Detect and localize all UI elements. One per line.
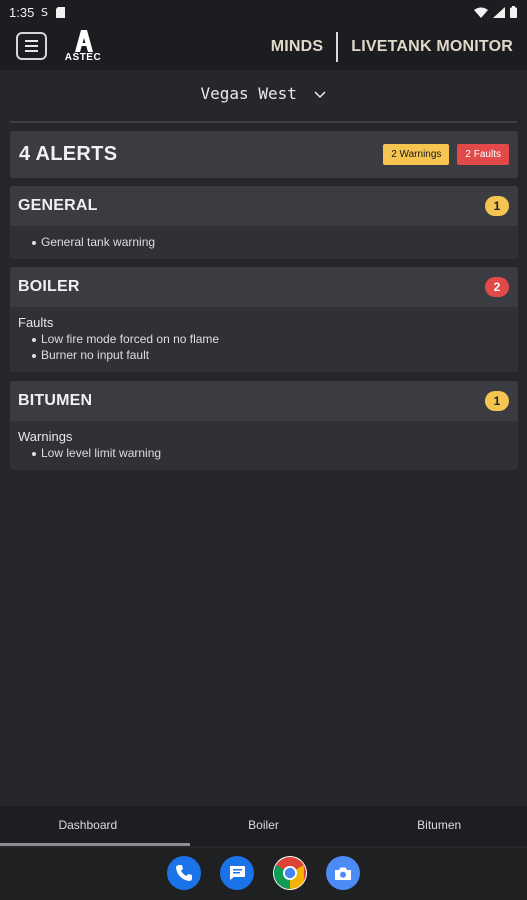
svg-text:S: S (41, 6, 48, 18)
signal-icon (493, 6, 505, 18)
alerts-title: 4 ALERTS (19, 143, 118, 165)
section-general: GENERAL 1 General tank warning (10, 186, 518, 259)
section-title: GENERAL (18, 197, 98, 214)
list-item: Low fire mode forced on no flame (32, 331, 510, 347)
section-body: Warnings Low level limit warning (10, 421, 518, 470)
tab-bitumen[interactable]: Bitumen (351, 806, 527, 846)
section-bitumen: BITUMEN 1 Warnings Low level limit warni… (10, 381, 518, 470)
alert-list: General tank warning (18, 234, 510, 250)
group-label: Faults (18, 315, 54, 330)
app-dock (0, 848, 527, 900)
header-divider (336, 32, 339, 62)
section-title: BITUMEN (18, 392, 93, 409)
app-header: ASTEC MINDS LIVETANK MONITOR (0, 24, 527, 70)
astec-logo: ASTEC (57, 28, 109, 66)
status-right (474, 6, 517, 18)
circle-s-icon: S (41, 6, 48, 18)
product-title: LIVETANK MONITOR (351, 38, 513, 55)
section-header: BITUMEN 1 (10, 381, 518, 421)
phone-glyph (176, 865, 192, 881)
warnings-badge: 2 Warnings (383, 144, 450, 165)
section-title: BOILER (18, 278, 80, 295)
section-boiler: BOILER 2 Faults Low fire mode forced on … (10, 267, 518, 372)
alert-list: Low fire mode forced on no flame Burner … (18, 331, 510, 363)
sd-card-icon (56, 6, 66, 18)
status-left: 1:35 S (9, 4, 66, 20)
list-item: Burner no input fault (32, 347, 510, 363)
chevron-down-icon (314, 90, 327, 98)
bottom-tab-bar: Dashboard Boiler Bitumen (0, 806, 527, 846)
location-select[interactable]: Vegas West (0, 84, 527, 103)
faults-badge: 2 Faults (457, 144, 509, 165)
messages-icon[interactable] (220, 856, 254, 890)
alert-badges: 2 Warnings 2 Faults (383, 144, 509, 165)
location-value: Vegas West (200, 84, 297, 103)
menu-icon (25, 40, 38, 42)
section-header: BOILER 2 (10, 267, 518, 307)
wifi-icon (474, 7, 488, 18)
chrome-icon[interactable] (273, 856, 307, 890)
menu-icon-line (25, 45, 38, 47)
alerts-summary: 4 ALERTS 2 Warnings 2 Faults (10, 131, 518, 178)
logo-text: ASTEC (64, 52, 102, 63)
brand-title: MINDS (270, 38, 324, 55)
chrome-glyph (273, 857, 306, 890)
menu-button[interactable] (16, 32, 47, 60)
battery-icon (510, 6, 517, 18)
section-body: General tank warning (10, 226, 518, 259)
menu-icon-line (25, 50, 38, 52)
status-time: 1:35 (9, 4, 35, 20)
header-title-group: MINDS LIVETANK MONITOR (271, 32, 513, 62)
count-badge: 1 (485, 391, 509, 411)
camera-icon[interactable] (326, 856, 360, 890)
section-body: Faults Low fire mode forced on no flame … (10, 307, 518, 372)
alert-list: Low level limit warning (18, 445, 510, 461)
messages-glyph (230, 866, 245, 880)
camera-glyph (335, 867, 351, 880)
phone-icon[interactable] (167, 856, 201, 890)
status-bar: 1:35 S (0, 0, 527, 24)
group-label: Warnings (18, 429, 73, 444)
count-badge: 2 (485, 277, 509, 297)
divider (10, 121, 517, 123)
section-header: GENERAL 1 (10, 186, 518, 226)
active-tab-indicator (0, 843, 190, 846)
list-item: Low level limit warning (32, 445, 510, 461)
count-badge: 1 (485, 196, 509, 216)
tab-dashboard[interactable]: Dashboard (0, 806, 176, 846)
list-item: General tank warning (32, 234, 510, 250)
astec-logo-mark (75, 30, 93, 52)
tab-boiler[interactable]: Boiler (176, 806, 352, 846)
